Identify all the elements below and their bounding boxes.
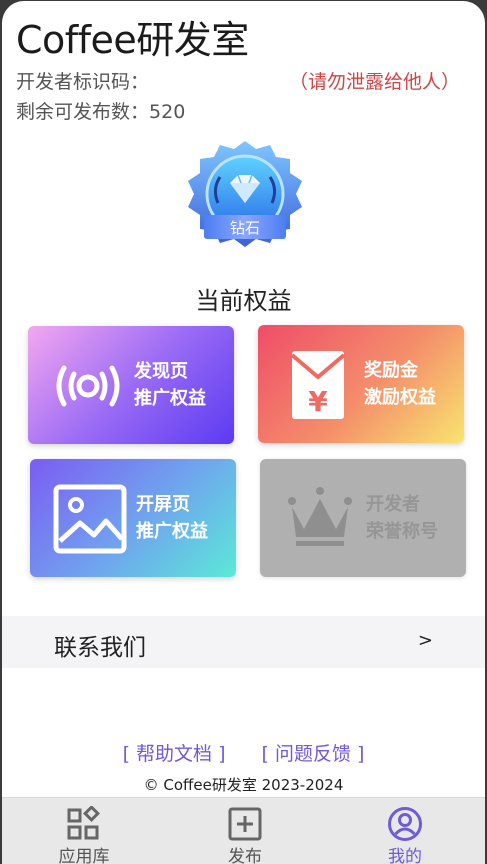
- contact-us-row[interactable]: 联系我们 >: [2, 616, 485, 668]
- benefit-card-line2: 激励权益: [364, 387, 436, 408]
- crown-icon: [288, 487, 352, 546]
- benefit-card-line1: 奖励金: [364, 360, 418, 381]
- chevron-right-icon: >: [417, 630, 433, 651]
- diamond-badge: 钻石: [178, 137, 312, 253]
- svg-text:¥: ¥: [308, 385, 328, 418]
- tab-mine[interactable]: 我的: [345, 798, 465, 864]
- copyright-text: © Coffee研发室 2023-2024: [143, 776, 344, 794]
- benefit-card-line1: 开屏页: [136, 494, 190, 515]
- benefit-card-developer-honor: 开发者 荣誉称号: [260, 459, 466, 577]
- developer-id-row: 开发者标识码： （请勿泄露给他人）: [16, 67, 460, 94]
- app-title: Coffee研发室: [16, 18, 249, 62]
- red-envelope-yuan-icon: ¥: [290, 351, 346, 419]
- benefit-card-line2: 推广权益: [134, 388, 206, 409]
- contact-us-label: 联系我们: [54, 635, 146, 661]
- developer-id-label: 开发者标识码：: [16, 71, 150, 93]
- benefit-card-discover-promotion[interactable]: 发现页 推广权益: [28, 326, 234, 444]
- broadcast-icon: [56, 365, 120, 407]
- bottom-tab-bar: 应用库 发布 我的: [2, 797, 485, 864]
- remaining-publish-row: 剩余可发布数：520: [16, 97, 185, 124]
- benefit-card-text: 开发者 荣誉称号: [366, 491, 438, 545]
- benefit-card-line1: 发现页: [134, 361, 188, 382]
- tab-app-library[interactable]: 应用库: [24, 798, 144, 864]
- diamond-badge-icon: 钻石: [188, 141, 302, 247]
- benefits-title: 当前权益: [195, 287, 292, 315]
- feedback-link[interactable]: [ 问题反馈 ]: [262, 743, 365, 765]
- benefit-card-line2: 荣誉称号: [366, 521, 438, 542]
- image-icon: [53, 484, 127, 554]
- benefit-card-text: 奖励金 激励权益: [364, 357, 436, 411]
- benefit-card-splash-promotion[interactable]: 开屏页 推广权益: [30, 459, 236, 577]
- benefit-card-text: 开屏页 推广权益: [136, 491, 208, 545]
- benefit-card-line2: 推广权益: [136, 521, 208, 542]
- benefit-card-reward-incentive[interactable]: ¥ 奖励金 激励权益: [258, 325, 464, 443]
- app-screen: Coffee研发室 开发者标识码： （请勿泄露给他人） 剩余可发布数：520 钻…: [2, 1, 485, 864]
- tab-label: 应用库: [58, 847, 110, 864]
- remaining-publish-count: 520: [149, 101, 186, 123]
- badge-label: 钻石: [230, 219, 260, 237]
- help-docs-link[interactable]: [ 帮助文档 ]: [123, 743, 226, 765]
- add-square-icon: [228, 807, 262, 841]
- apps-icon: [67, 806, 100, 840]
- tab-publish[interactable]: 发布: [185, 798, 305, 864]
- footer-links: [ 帮助文档 ] [ 问题反馈 ]: [2, 739, 485, 766]
- remaining-publish-label: 剩余可发布数：: [16, 101, 150, 123]
- tab-label: 我的: [388, 847, 422, 864]
- benefit-card-line1: 开发者: [366, 494, 420, 515]
- benefit-card-text: 发现页 推广权益: [134, 358, 206, 412]
- tab-label: 发布: [228, 847, 262, 864]
- user-circle-icon: [388, 807, 422, 841]
- developer-id-warning: （请勿泄露给他人）: [289, 71, 461, 93]
